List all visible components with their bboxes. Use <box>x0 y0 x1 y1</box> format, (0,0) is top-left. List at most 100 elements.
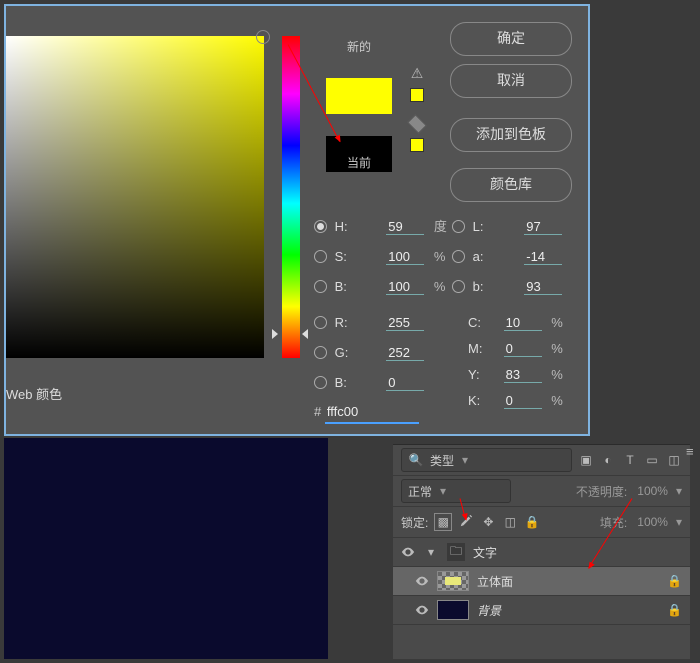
hue-indicator-right <box>302 329 308 339</box>
blend-mode-label: 正常 <box>408 483 432 500</box>
filter-smart-icon[interactable]: ◫ <box>666 452 682 468</box>
layer-name[interactable]: 文字 <box>473 544 682 561</box>
layers-blend-row: 正常 ▾ 不透明度: 100% ▾ <box>393 476 690 507</box>
visibility-eye-icon[interactable] <box>401 545 415 559</box>
input-a[interactable]: -14 <box>524 246 562 265</box>
input-r[interactable]: 255 <box>386 312 424 331</box>
cube-icon[interactable] <box>407 114 426 133</box>
current-label: 当前 <box>326 154 392 171</box>
chevron-down-icon[interactable]: ▾ <box>423 544 439 560</box>
cancel-button[interactable]: 取消 <box>450 64 572 98</box>
lock-all-icon[interactable]: 🔒 <box>524 514 540 530</box>
document-canvas[interactable] <box>4 438 328 663</box>
web-colors-checkbox-label[interactable]: Web 颜色 <box>6 384 62 403</box>
folder-icon: 🗀 <box>447 543 465 561</box>
layer-name[interactable]: 背景 <box>477 602 659 619</box>
gamut-warning-icon[interactable]: ⚠ <box>408 64 426 82</box>
input-m[interactable]: 0 <box>504 338 542 357</box>
preview-warning-icons: ⚠ <box>404 58 430 156</box>
lock-artboard-icon[interactable]: ◫ <box>502 514 518 530</box>
radio-s[interactable] <box>314 250 327 263</box>
panel-menu-icon[interactable]: ≡ <box>686 444 694 458</box>
radio-b[interactable] <box>452 280 465 293</box>
opacity-label: 不透明度: <box>576 483 627 500</box>
input-k[interactable]: 0 <box>504 390 542 409</box>
input-c[interactable]: 10 <box>504 312 542 331</box>
field-g: G: 252 <box>314 342 424 364</box>
radio-a[interactable] <box>452 250 465 263</box>
input-g[interactable]: 252 <box>386 342 424 361</box>
input-bc[interactable]: 0 <box>386 372 424 391</box>
lock-position-icon[interactable]: ✥ <box>480 514 496 530</box>
field-y: Y: 83 % <box>468 364 563 386</box>
unit-h: 度 <box>434 219 447 234</box>
layer-row[interactable]: 立体面 🔒 <box>393 567 690 596</box>
field-l: L: 97 <box>452 216 562 238</box>
radio-g[interactable] <box>314 346 327 359</box>
field-k: K: 0 % <box>468 390 563 412</box>
input-s[interactable]: 100 <box>386 246 424 265</box>
filter-image-icon[interactable]: ▣ <box>578 452 594 468</box>
lock-transparency-icon[interactable]: ▩ <box>434 513 452 531</box>
unit-bv: % <box>434 279 446 294</box>
layers-filter-row: 🔍 类型 ▾ ▣ ◐ T ▭ ◫ <box>393 445 690 476</box>
label-b: b: <box>473 276 521 298</box>
chevron-down-icon: ▾ <box>440 484 446 498</box>
chevron-down-icon[interactable]: ▾ <box>676 515 682 529</box>
field-c: C: 10 % <box>468 312 563 334</box>
opacity-value[interactable]: 100% <box>637 484 668 498</box>
radio-bv[interactable] <box>314 280 327 293</box>
layer-thumbnail[interactable] <box>437 571 469 591</box>
add-swatch-button[interactable]: 添加到色板 <box>450 118 572 152</box>
input-l[interactable]: 97 <box>524 216 562 235</box>
blend-mode-select[interactable]: 正常 ▾ <box>401 479 511 503</box>
unit-k: % <box>551 393 563 408</box>
filter-shape-icon[interactable]: ▭ <box>644 452 660 468</box>
unit-y: % <box>551 367 563 382</box>
radio-bc[interactable] <box>314 376 327 389</box>
ok-button[interactable]: 确定 <box>450 22 572 56</box>
filter-adjust-icon[interactable]: ◐ <box>600 452 616 468</box>
fill-value[interactable]: 100% <box>637 515 668 529</box>
label-c: C: <box>468 312 500 334</box>
radio-l[interactable] <box>452 220 465 233</box>
new-label: 新的 <box>326 38 392 55</box>
label-bc: B: <box>335 372 383 394</box>
lock-icon[interactable]: 🔒 <box>667 574 682 588</box>
color-cursor[interactable] <box>256 30 270 44</box>
hex-hash: # <box>314 404 321 419</box>
new-color-swatch[interactable] <box>326 78 392 114</box>
layer-name[interactable]: 立体面 <box>477 573 659 590</box>
layer-row[interactable]: 背景 🔒 <box>393 596 690 625</box>
saturation-brightness-field[interactable] <box>6 36 264 358</box>
hue-slider[interactable] <box>282 36 300 358</box>
layer-row[interactable]: ▾ 🗀 文字 <box>393 538 690 567</box>
label-r: R: <box>335 312 383 334</box>
lock-icon[interactable]: 🔒 <box>667 603 682 617</box>
unit-m: % <box>551 341 563 356</box>
websafe-swatch[interactable] <box>410 138 424 152</box>
chevron-down-icon[interactable]: ▾ <box>676 484 682 498</box>
color-library-button[interactable]: 颜色库 <box>450 168 572 202</box>
layer-kind-select[interactable]: 🔍 类型 ▾ <box>401 448 572 472</box>
input-h[interactable]: 59 <box>386 216 424 235</box>
input-y[interactable]: 83 <box>504 364 542 383</box>
radio-h[interactable] <box>314 220 327 233</box>
layers-lock-row: 锁定: ▩ ✥ ◫ 🔒 填充: 100% ▾ <box>393 507 690 538</box>
visibility-eye-icon[interactable] <box>415 574 429 588</box>
lock-paint-icon[interactable] <box>458 514 474 530</box>
field-bv: B: 100 % <box>314 276 445 298</box>
input-bv[interactable]: 100 <box>386 276 424 295</box>
field-h: H: 59 度 <box>314 216 447 238</box>
filter-text-icon[interactable]: T <box>622 452 638 468</box>
input-hex[interactable]: fffc00 <box>325 404 419 424</box>
visibility-eye-icon[interactable] <box>415 603 429 617</box>
label-m: M: <box>468 338 500 360</box>
gamut-swatch[interactable] <box>410 88 424 102</box>
radio-r[interactable] <box>314 316 327 329</box>
color-preview: 新的 当前 <box>326 56 392 172</box>
label-bv: B: <box>335 276 383 298</box>
label-h: H: <box>335 216 383 238</box>
layer-thumbnail[interactable] <box>437 600 469 620</box>
input-b[interactable]: 93 <box>524 276 562 295</box>
